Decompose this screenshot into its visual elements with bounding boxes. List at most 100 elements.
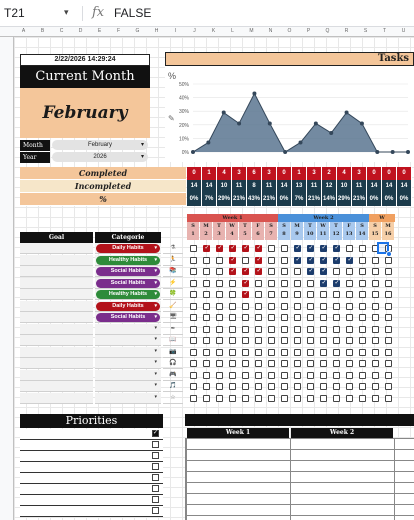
category-pill[interactable]: Social Habits ▾ [96,313,160,322]
habit-checkbox[interactable] [332,268,340,275]
habit-checkbox[interactable] [345,314,353,321]
habit-checkbox[interactable] [189,302,197,310]
habit-checkbox[interactable] [228,267,237,275]
habit-checkbox[interactable] [241,371,249,379]
data-point[interactable] [221,110,226,115]
priority-row[interactable] [20,462,163,473]
habit-checkbox[interactable] [358,245,366,252]
habit-checkbox[interactable] [202,337,210,344]
habit-checkbox[interactable] [345,291,353,298]
habit-checkbox[interactable] [332,348,340,356]
habit-checkbox[interactable] [254,383,262,390]
habit-checkbox[interactable] [306,244,315,252]
habit-checkbox[interactable] [358,302,366,310]
habit-checkbox[interactable] [215,244,224,252]
habit-checkbox[interactable] [189,394,197,402]
habit-checkbox[interactable] [202,360,210,367]
category-pill[interactable]: Healthy Habits ▾ [96,255,160,265]
habit-checkbox[interactable] [241,267,250,275]
goal-cell[interactable] [20,346,93,358]
category-cell[interactable]: Social Habits ▾ [95,266,161,277]
habit-checkbox[interactable] [293,337,301,344]
habit-checkbox[interactable] [358,394,366,402]
habit-checkbox[interactable] [241,360,249,367]
habit-checkbox[interactable] [241,348,249,356]
data-point[interactable] [206,140,211,145]
habit-checkbox[interactable] [241,325,249,333]
priority-checkbox[interactable] [152,441,159,448]
habit-checkbox[interactable] [319,267,328,275]
priority-checkbox[interactable] [152,452,159,459]
habit-checkbox[interactable] [215,337,223,344]
habit-checkbox[interactable] [228,244,237,252]
goal-cell[interactable] [20,300,93,312]
habit-checkbox[interactable] [280,279,288,287]
habit-checkbox[interactable] [306,256,315,264]
goal-cell[interactable] [20,323,93,335]
chevron-down-icon[interactable]: ▾ [154,325,157,331]
habit-checkbox[interactable] [189,348,197,356]
progress-chart[interactable]: 50% 40% 30% 20% 10% 0% [165,66,414,162]
column-header[interactable]: R [337,28,356,34]
habit-checkbox[interactable] [241,290,250,298]
habit-checkbox[interactable] [306,279,314,287]
habit-checkbox[interactable] [280,348,288,356]
data-point[interactable] [359,121,364,126]
column-header[interactable]: L [223,28,242,34]
habit-checkbox[interactable] [371,371,379,379]
column-header[interactable]: I [166,28,185,34]
habit-checkbox[interactable] [345,245,353,252]
habit-checkbox[interactable] [254,244,263,252]
habit-checkbox[interactable] [358,348,366,356]
habit-checkbox[interactable] [384,302,392,310]
habit-checkbox[interactable] [358,337,366,344]
habit-checkbox[interactable] [241,314,249,321]
habit-checkbox[interactable] [293,268,301,275]
habit-checkbox[interactable] [293,348,301,356]
habit-checkbox[interactable] [319,337,327,344]
habit-checkbox[interactable] [189,360,197,367]
habit-checkbox[interactable] [358,256,366,264]
habit-checkbox[interactable] [345,394,353,402]
habit-checkbox[interactable] [319,325,327,333]
habit-checkbox[interactable] [332,394,340,402]
habit-checkbox[interactable] [293,256,302,264]
habit-checkbox[interactable] [384,360,392,367]
data-point[interactable] [344,110,349,115]
habit-checkbox[interactable] [215,371,223,379]
data-point[interactable] [329,130,334,135]
habit-checkbox[interactable] [280,268,288,275]
habit-checkbox[interactable] [228,279,236,287]
habit-checkbox[interactable] [202,268,210,275]
habit-checkbox[interactable] [241,337,249,344]
priority-checkbox[interactable] [152,507,159,514]
habit-checkbox[interactable] [371,325,379,333]
habit-checkbox[interactable] [189,325,197,333]
priority-row[interactable] [20,495,163,506]
habit-checkbox[interactable] [215,360,223,367]
habit-checkbox[interactable] [332,383,340,390]
priority-checkbox[interactable] [152,463,159,470]
habit-checkbox[interactable] [358,360,366,367]
habit-checkbox[interactable] [293,314,301,321]
habit-checkbox[interactable] [384,371,392,379]
chevron-down-icon[interactable]: ▾ [154,394,157,400]
goal-cell[interactable] [20,369,93,381]
habit-checkbox[interactable] [254,325,262,333]
habit-checkbox[interactable] [358,279,366,287]
habit-checkbox[interactable] [228,348,236,356]
habit-checkbox[interactable] [254,302,262,310]
habit-checkbox[interactable] [345,337,353,344]
column-header[interactable]: J [185,28,204,34]
chevron-down-icon[interactable]: ▾ [64,7,69,18]
habit-checkbox[interactable] [202,314,210,321]
habit-checkbox[interactable] [254,337,262,344]
habit-checkbox[interactable] [332,371,340,379]
habit-checkbox[interactable] [280,371,288,379]
category-pill[interactable]: Social Habits ▾ [96,278,160,288]
habit-checkbox[interactable] [280,337,288,344]
habit-checkbox[interactable] [345,348,353,356]
column-header[interactable]: B [33,28,52,34]
category-cell[interactable]: ▾ [95,369,161,381]
habit-checkbox[interactable] [241,383,249,390]
